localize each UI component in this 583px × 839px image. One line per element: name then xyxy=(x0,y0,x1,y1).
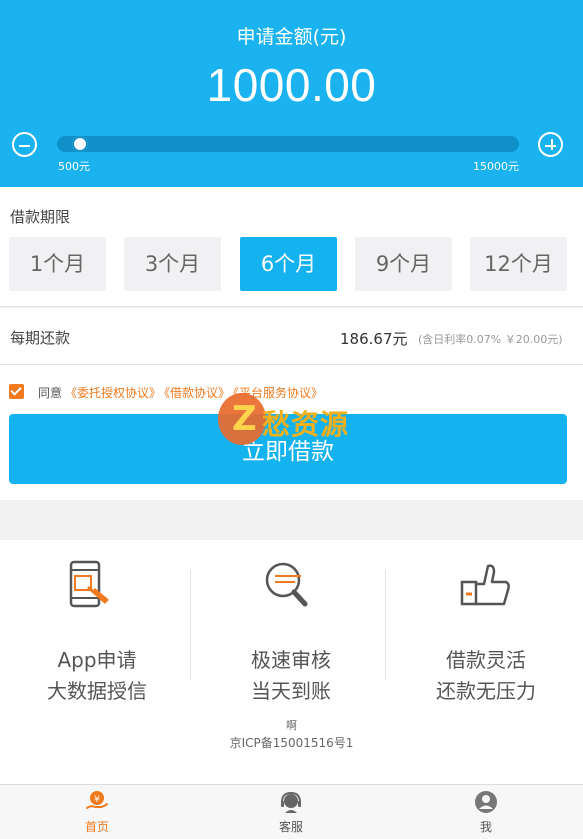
entrust-agreement-link[interactable]: 《委托授权协议》 xyxy=(65,386,161,400)
tab-customer-service[interactable]: 客服 xyxy=(194,785,388,839)
thumbs-up-icon xyxy=(460,564,510,606)
amount-slider[interactable] xyxy=(57,136,519,152)
slider-min-label: 500元 xyxy=(58,160,90,173)
feature-1-subtitle: 大数据授信 xyxy=(47,679,147,703)
action-section: 同意 《委托授权协议》 《借款协议》 《平台服务协议》 立即借款 Z 愁资源 xyxy=(0,365,583,500)
tab-me-label: 我 xyxy=(479,820,492,834)
feature-app-apply: App申请 大数据授信 xyxy=(0,560,194,710)
phone-tap-icon xyxy=(69,560,109,608)
feature-divider xyxy=(385,570,386,680)
repayment-amount: 186.67元 xyxy=(340,330,408,348)
term-option-3[interactable]: 3个月 xyxy=(124,237,221,291)
repayment-row: 每期还款 186.67元 (含日利率0.07% ￥20.00元) xyxy=(0,308,583,365)
repayment-label: 每期还款 xyxy=(10,329,71,347)
feature-1-title: App申请 xyxy=(57,648,137,672)
slider-handle[interactable] xyxy=(72,136,89,152)
icp-record: 京ICP备15001516号1 xyxy=(229,736,354,750)
magnifier-icon xyxy=(265,562,308,607)
repayment-note: (含日利率0.07% ￥20.00元) xyxy=(418,333,563,346)
customer-service-icon xyxy=(281,791,301,813)
feature-fast-review: 极速审核 当天到账 xyxy=(194,560,388,710)
feature-2-title: 极速审核 xyxy=(251,648,331,672)
amount-title: 申请金额(元) xyxy=(236,26,347,48)
footer-text: 啊 xyxy=(286,719,297,732)
feature-flexible-loan: 借款灵活 还款无压力 xyxy=(389,560,583,710)
agreement-checkbox[interactable] xyxy=(9,384,24,399)
feature-3-title: 借款灵活 xyxy=(446,648,526,672)
tab-me[interactable]: 我 xyxy=(389,785,583,839)
loan-term-label: 借款期限 xyxy=(10,208,71,226)
slider-max-label: 15000元 xyxy=(473,160,519,173)
tab-home[interactable]: ¥ 首页 xyxy=(0,785,194,839)
feature-3-subtitle: 还款无压力 xyxy=(436,679,536,703)
home-yen-icon: ¥ xyxy=(86,791,108,809)
agreement-prefix: 同意 xyxy=(38,386,63,400)
amount-value: 1000.00 xyxy=(206,59,377,111)
term-option-9[interactable]: 9个月 xyxy=(355,237,452,291)
term-option-12[interactable]: 12个月 xyxy=(470,237,567,291)
watermark-logo: Z 愁资源 xyxy=(218,393,368,449)
term-option-6[interactable]: 6个月 xyxy=(240,237,337,291)
amount-header: 申请金额(元) 1000.00 500元 15000元 xyxy=(0,0,583,187)
tab-home-label: 首页 xyxy=(84,820,109,834)
loan-term-section: 借款期限 1个月 3个月 6个月 9个月 12个月 xyxy=(0,187,583,307)
features-section: App申请 大数据授信 极速审核 当天到账 借款灵活 还款无压力 啊 京ICP备… xyxy=(0,540,583,784)
watermark-bolt: Z xyxy=(232,399,257,439)
svg-text:¥: ¥ xyxy=(94,795,100,805)
bottom-tab-bar: ¥ 首页 客服 我 xyxy=(0,784,583,839)
term-option-1[interactable]: 1个月 xyxy=(9,237,106,291)
watermark-text: 愁资源 xyxy=(262,408,350,441)
feature-2-subtitle: 当天到账 xyxy=(251,679,331,703)
decrease-amount-button[interactable] xyxy=(12,132,37,157)
increase-amount-button[interactable] xyxy=(538,132,563,157)
user-icon xyxy=(475,791,497,813)
feature-divider xyxy=(190,570,191,680)
tab-customer-service-label: 客服 xyxy=(278,820,303,834)
